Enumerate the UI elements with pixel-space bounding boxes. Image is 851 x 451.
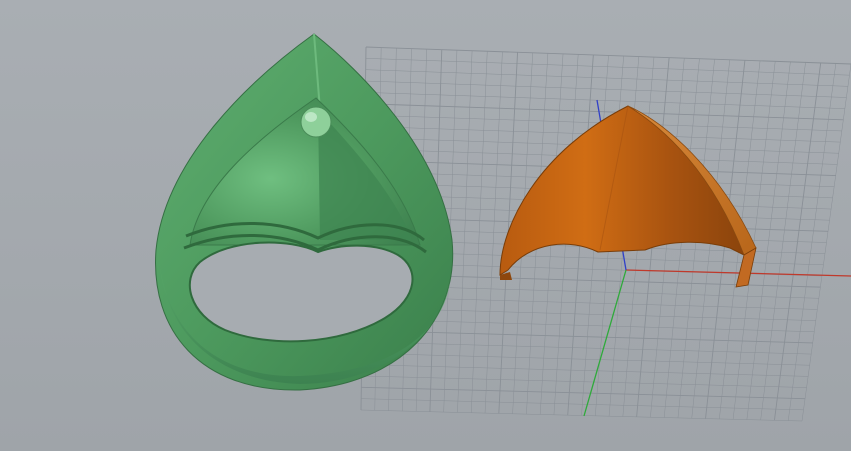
x-axis	[625, 269, 851, 277]
grid-line	[361, 375, 807, 388]
crown-shell-right-leg	[735, 247, 757, 288]
grid-line	[361, 353, 810, 366]
viewport-canvas[interactable]	[0, 0, 851, 451]
grid-line	[361, 364, 809, 377]
grid-line	[362, 330, 813, 344]
grid-line	[773, 62, 822, 421]
grid-line	[361, 398, 804, 411]
grid-line	[787, 63, 837, 421]
crown-shell-model[interactable]	[499, 105, 757, 288]
3d-viewport[interactable]	[0, 0, 851, 451]
ring-bead	[300, 106, 332, 138]
grid-line	[760, 62, 806, 420]
grid-line	[801, 63, 851, 422]
grid-line	[361, 341, 812, 355]
ring-model[interactable]	[155, 33, 454, 391]
grid-line	[361, 386, 806, 400]
grid-line	[360, 409, 803, 422]
